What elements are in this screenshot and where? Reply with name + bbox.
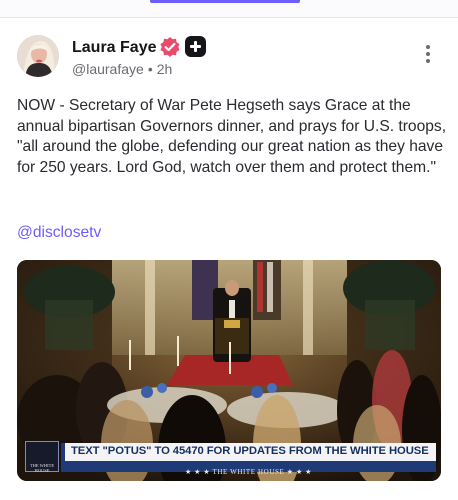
post-timestamp[interactable]: 2h (157, 61, 173, 77)
post-body-text: NOW - Secretary of War Pete Hegseth says… (17, 97, 447, 176)
banner-main-strip: TEXT "POTUS" TO 45470 FOR UPDATES FROM T… (61, 443, 436, 461)
white-house-seal-icon: THE WHITE HOUSE (25, 441, 59, 473)
mention-link[interactable]: @disclosetv (17, 223, 101, 243)
verified-badge-icon (159, 36, 181, 58)
plus-badge-icon (185, 36, 206, 57)
author-handle[interactable]: @laurafaye (72, 61, 144, 77)
more-dot (426, 52, 430, 56)
more-vertical-icon (426, 45, 430, 49)
meta-separator: • (147, 61, 153, 77)
avatar[interactable] (17, 35, 59, 77)
post-card[interactable]: Laura Faye @laurafaye • 2h NOW - Secretary… (0, 19, 458, 500)
author-name[interactable]: Laura Faye (72, 38, 156, 58)
more-dot (426, 59, 430, 63)
banner-text: TEXT "POTUS" TO 45470 FOR UPDATES FROM T… (71, 445, 429, 457)
active-tab-indicator (150, 0, 300, 3)
more-options-button[interactable] (420, 45, 436, 67)
banner-sub-strip: ★ ★ ★ THE WHITE HOUSE ★ ★ ★ (61, 461, 436, 476)
video-caption-banner: TEXT "POTUS" TO 45470 FOR UPDATES FROM T… (61, 443, 436, 476)
post-video[interactable]: THE WHITE HOUSE TEXT "POTUS" TO 45470 FO… (17, 260, 441, 481)
top-tab-strip (0, 0, 458, 18)
banner-subtext: ★ ★ ★ THE WHITE HOUSE ★ ★ ★ (184, 468, 313, 476)
author-meta: @laurafaye • 2h (72, 60, 172, 78)
